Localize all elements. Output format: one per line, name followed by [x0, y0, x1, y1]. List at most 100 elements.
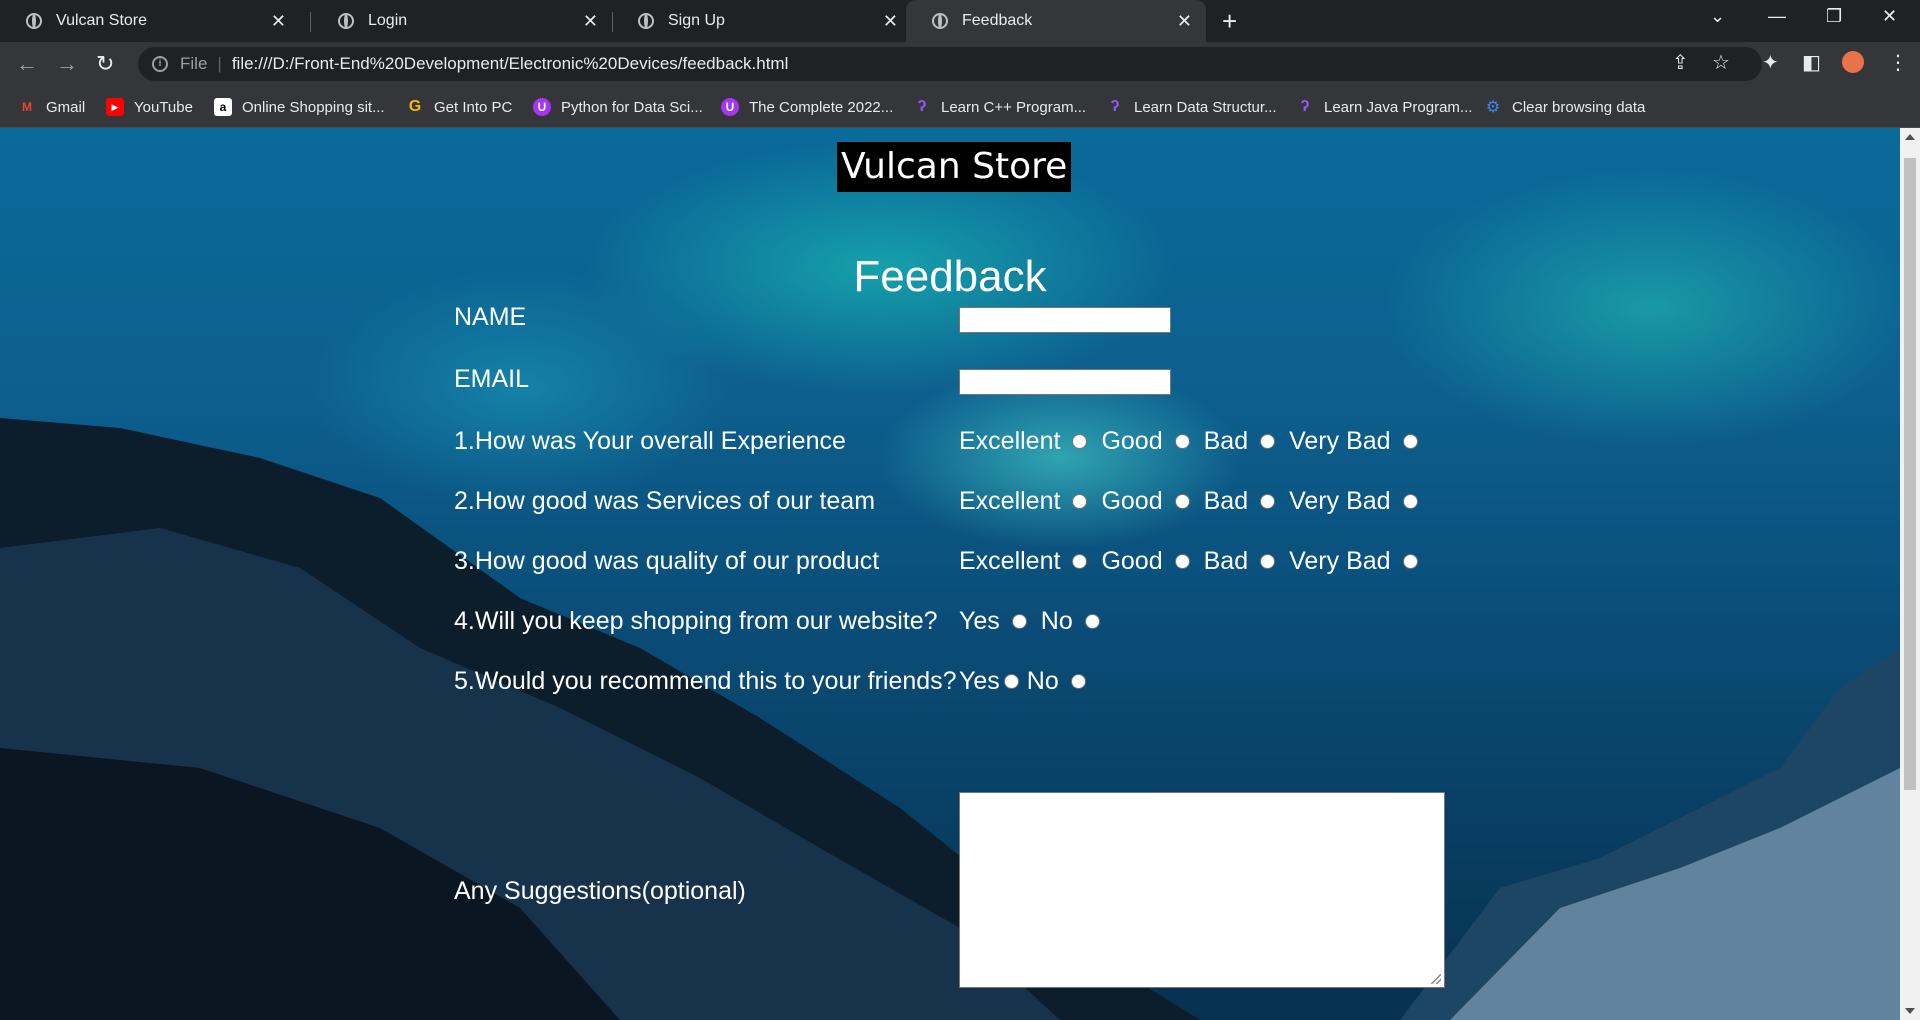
radio-button[interactable]	[1402, 554, 1418, 569]
radio-button[interactable]	[1003, 674, 1019, 689]
tab-strip: Vulcan Store ✕ Login ✕ Sign Up ✕ Feedbac…	[0, 0, 1920, 42]
option-no[interactable]: No	[1041, 607, 1100, 636]
menu-kebab-icon[interactable]: ⋮	[1888, 50, 1908, 75]
tab-title: Feedback	[962, 12, 1033, 29]
scrollbar-thumb[interactable]	[1904, 158, 1916, 790]
bookmark-gmail[interactable]: M Gmail	[18, 86, 85, 128]
option-very-bad[interactable]: Very Bad	[1289, 427, 1418, 456]
globe-icon	[932, 13, 948, 29]
option-yes[interactable]: Yes	[959, 607, 1027, 636]
bookmark-clear-browsing-data[interactable]: ⚙ Clear browsing data	[1484, 86, 1646, 128]
option-excellent[interactable]: Excellent	[959, 547, 1088, 576]
close-icon[interactable]: ✕	[883, 11, 898, 32]
address-bar[interactable]: i File | file:///D:/Front-End%20Developm…	[138, 47, 1762, 81]
radio-button[interactable]	[1260, 554, 1276, 569]
option-good[interactable]: Good	[1101, 547, 1190, 576]
udemy-icon: U	[533, 98, 551, 116]
tab-search-chevron-icon[interactable]: ⌄	[1710, 6, 1725, 27]
option-label: Bad	[1203, 427, 1249, 455]
option-good[interactable]: Good	[1101, 487, 1190, 516]
bookmark-label: YouTube	[134, 98, 193, 116]
scroll-down-arrow-icon[interactable]	[1905, 1008, 1915, 1014]
name-input[interactable]	[959, 307, 1171, 333]
window-close-icon[interactable]: ✕	[1882, 6, 1897, 27]
close-icon[interactable]: ✕	[1177, 11, 1192, 32]
radio-button[interactable]	[1174, 434, 1190, 449]
restore-icon[interactable]: ❐	[1826, 6, 1842, 27]
option-label: Excellent	[959, 487, 1061, 515]
back-arrow-icon[interactable]: ←	[16, 51, 38, 77]
question-4-label: 4.Will you keep shopping from our websit…	[454, 607, 938, 635]
bookmark-label: Python for Data Sci...	[561, 98, 703, 116]
option-bad[interactable]: Bad	[1203, 427, 1276, 456]
option-bad[interactable]: Bad	[1204, 487, 1276, 516]
reload-icon[interactable]: ↻	[96, 51, 114, 77]
radio-button[interactable]	[1174, 494, 1190, 509]
radio-button[interactable]	[1402, 434, 1418, 449]
radio-button[interactable]	[1260, 494, 1276, 509]
codingninjas-icon: ʔ	[1110, 98, 1120, 115]
tab-sign-up[interactable]: Sign Up ✕	[612, 0, 912, 42]
page-scrollbar[interactable]	[1900, 128, 1920, 1020]
bookmark-online-shopping[interactable]: a Online Shopping sit...	[214, 86, 385, 128]
radio-button[interactable]	[1402, 494, 1418, 509]
suggestions-textarea[interactable]	[959, 792, 1445, 988]
option-no[interactable]: No	[1027, 667, 1086, 696]
option-very-bad[interactable]: Very Bad	[1289, 487, 1418, 516]
radio-button[interactable]	[1072, 554, 1088, 569]
bookmark-get-into-pc[interactable]: G Get Into PC	[406, 86, 513, 128]
scroll-up-arrow-icon[interactable]	[1905, 134, 1915, 140]
bookmark-learn-cpp[interactable]: ʔ Learn C++ Program...	[913, 86, 1087, 128]
tab-vulcan-store[interactable]: Vulcan Store ✕	[0, 0, 300, 42]
radio-button[interactable]	[1011, 614, 1027, 629]
question-1-options: Excellent Good Bad Very Bad	[959, 427, 1432, 456]
bookmark-star-icon[interactable]: ☆	[1712, 50, 1730, 75]
resize-handle-icon[interactable]	[1431, 974, 1441, 984]
question-2-label: 2.How good was Services of our team	[454, 487, 876, 515]
bookmark-label: Learn C++ Program...	[941, 98, 1087, 116]
close-icon[interactable]: ✕	[583, 11, 598, 32]
bookmark-complete-2022[interactable]: U The Complete 2022...	[721, 86, 893, 128]
tab-title: Login	[368, 12, 408, 29]
bookmark-label: The Complete 2022...	[749, 98, 894, 116]
email-input[interactable]	[959, 369, 1171, 395]
option-label: Very Bad	[1289, 547, 1391, 575]
profile-avatar-icon[interactable]	[1842, 51, 1864, 73]
option-label: No	[1040, 607, 1073, 635]
share-icon[interactable]: ⇪	[1672, 50, 1689, 75]
radio-button[interactable]	[1070, 674, 1086, 689]
email-label: EMAIL	[454, 365, 530, 393]
settings-gear-icon: ⚙	[1485, 99, 1501, 116]
option-bad[interactable]: Bad	[1204, 547, 1276, 576]
radio-button[interactable]	[1084, 614, 1100, 629]
bookmark-python-data-sci[interactable]: U Python for Data Sci...	[533, 86, 703, 128]
bookmark-label: Clear browsing data	[1512, 98, 1646, 116]
minimize-icon[interactable]: —	[1768, 6, 1786, 27]
page-heading: Feedback	[853, 252, 1047, 301]
radio-button[interactable]	[1260, 434, 1276, 449]
bookmark-learn-data-structures[interactable]: ʔ Learn Data Structur...	[1106, 86, 1277, 128]
radio-button[interactable]	[1174, 554, 1190, 569]
bookmark-youtube[interactable]: ▶ YouTube	[106, 86, 193, 128]
new-tab-plus-icon[interactable]: +	[1222, 6, 1237, 37]
option-excellent[interactable]: Excellent	[959, 487, 1088, 516]
forward-arrow-icon[interactable]: →	[56, 51, 78, 77]
extensions-puzzle-icon[interactable]: ✦	[1762, 50, 1779, 75]
url-text[interactable]: file:///D:/Front-End%20Development/Elect…	[232, 54, 789, 74]
option-excellent[interactable]: Excellent	[959, 427, 1088, 456]
tab-feedback[interactable]: Feedback ✕	[906, 0, 1206, 42]
radio-button[interactable]	[1072, 434, 1088, 449]
bookmark-learn-java[interactable]: ʔ Learn Java Program...	[1296, 86, 1473, 128]
option-label: Yes	[959, 607, 1000, 635]
tab-login[interactable]: Login ✕	[312, 0, 612, 42]
radio-button[interactable]	[1072, 494, 1088, 509]
info-icon[interactable]: i	[152, 56, 168, 72]
close-icon[interactable]: ✕	[271, 11, 286, 32]
option-good[interactable]: Good	[1101, 427, 1190, 456]
browser-chrome: Vulcan Store ✕ Login ✕ Sign Up ✕ Feedbac…	[0, 0, 1920, 128]
option-very-bad[interactable]: Very Bad	[1289, 547, 1418, 576]
side-panel-icon[interactable]: ◧	[1802, 50, 1821, 75]
option-yes[interactable]: Yes	[959, 667, 1019, 696]
youtube-icon: ▶	[106, 98, 124, 116]
option-label: Excellent	[959, 427, 1061, 455]
